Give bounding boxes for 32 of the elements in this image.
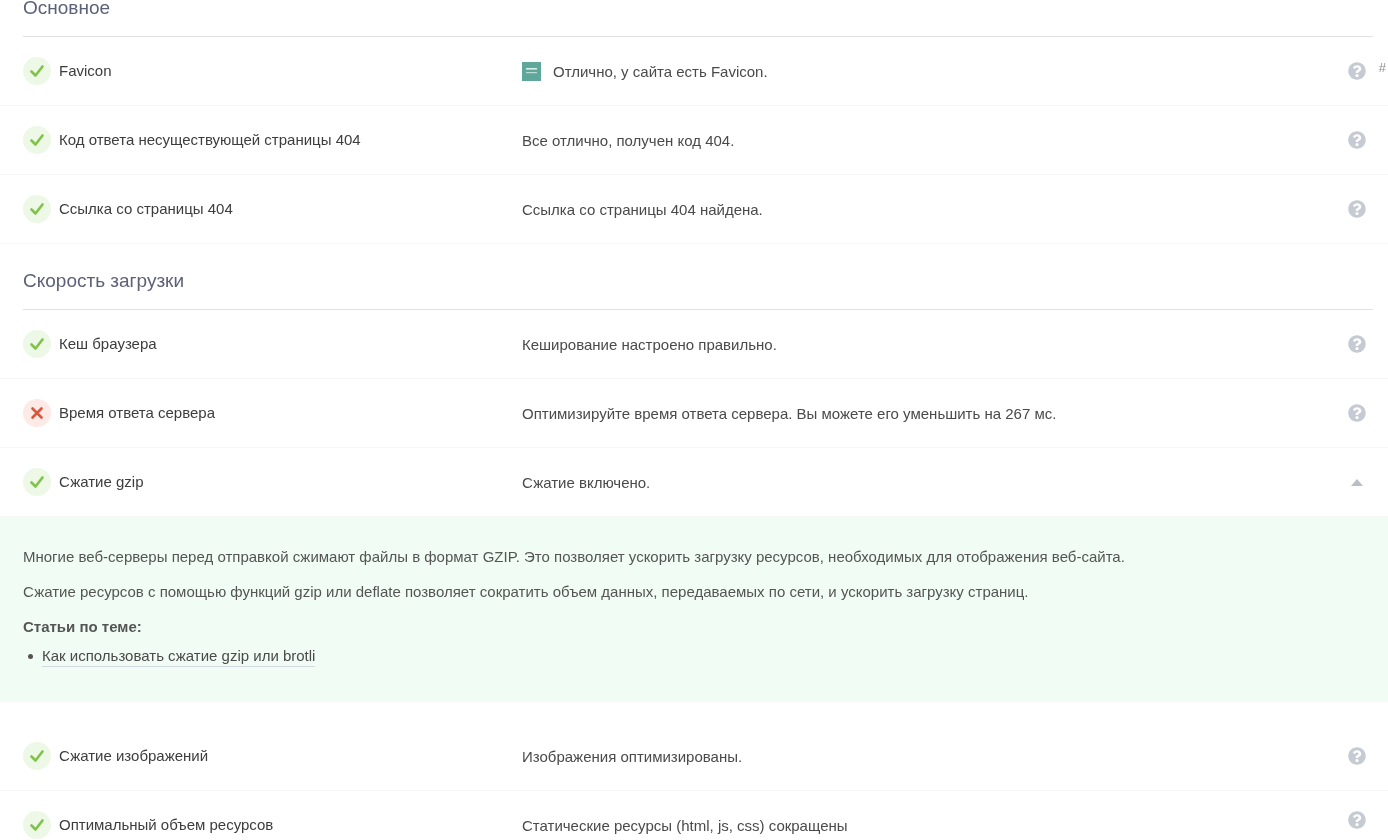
check-result: Кеширование настроено правильно.	[522, 335, 777, 353]
check-name: Сжатие изображений	[59, 746, 210, 766]
details-paragraph: Многие веб-серверы перед отправкой сжимают файлы в формат GZIP. Это позволяет ускорить загрузку ресурсов, необходимых для отображения веб-сайта.	[23, 547, 1126, 567]
check-name: Кеш браузера	[59, 334, 158, 354]
help-icon[interactable]	[1348, 404, 1366, 422]
check-result: Оптимизируйте время ответа сервера. Вы можете его уменьшить на 267 мс.	[522, 404, 1057, 422]
check-result: Все отлично, получен код 404.	[522, 131, 735, 149]
details-paragraph: Сжатие ресурсов с помощью функций gzip или deflate позволяет сократить объем данных, передаваемых по сети, и ускорить загрузку страниц.	[23, 582, 1030, 602]
help-icon[interactable]	[1348, 747, 1366, 765]
check-name: Сжатие gzip	[59, 472, 145, 492]
help-icon[interactable]	[1348, 62, 1366, 80]
section-title: Основное	[23, 0, 112, 20]
check-result: Статические ресурсы (html, js, css) сокращены	[522, 816, 848, 834]
section-title: Скорость загрузки	[23, 269, 186, 293]
check-result: Изображения оптимизированы.	[522, 747, 743, 765]
anchor-link[interactable]: #	[1378, 59, 1386, 75]
help-icon[interactable]	[1348, 131, 1366, 149]
collapse-caret-icon[interactable]	[1351, 478, 1363, 486]
help-icon[interactable]	[1348, 811, 1366, 829]
check-name: Время ответа сервера	[59, 403, 217, 423]
help-icon[interactable]	[1348, 200, 1366, 218]
check-name: Favicon	[59, 61, 113, 81]
check-name: Код ответа несуществующей страницы 404	[59, 130, 362, 150]
check-result: Отлично, у сайта есть Favicon.	[553, 62, 768, 80]
check-result: Сжатие включено.	[522, 473, 651, 491]
bullet-icon	[28, 654, 33, 659]
check-name: Оптимальный объем ресурсов	[59, 815, 275, 835]
articles-heading: Статьи по теме:	[23, 617, 143, 637]
check-result: Ссылка со страницы 404 найдена.	[522, 200, 763, 218]
help-icon[interactable]	[1348, 335, 1366, 353]
article-link[interactable]: Как использовать сжатие gzip или brotli	[42, 646, 316, 667]
check-name: Ссылка со страницы 404	[59, 199, 234, 219]
